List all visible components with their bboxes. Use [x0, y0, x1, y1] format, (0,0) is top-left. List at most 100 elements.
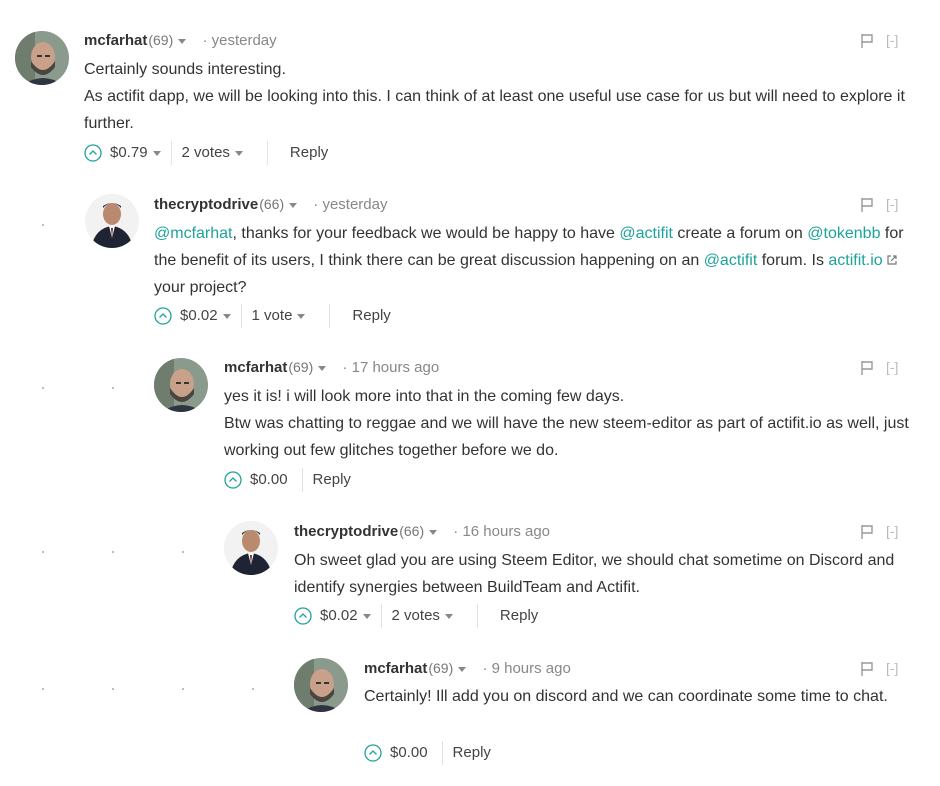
- author-name[interactable]: mcfarhat: [364, 660, 427, 677]
- divider: [301, 468, 303, 492]
- upvote-circle-icon[interactable]: [364, 744, 382, 762]
- comment-paragraph: Certainly! Ill add you on discord and we…: [364, 688, 888, 705]
- comment-footer: $0.00 Reply: [224, 468, 351, 492]
- comment-text: your project?: [154, 279, 247, 296]
- thread-indent-dot: [182, 551, 184, 553]
- mention-link[interactable]: @mcfarhat: [154, 225, 232, 242]
- votes-count[interactable]: 2 votes: [182, 141, 230, 165]
- collapse-button[interactable]: [-]: [886, 194, 898, 214]
- payout-value[interactable]: $0.02: [180, 304, 218, 328]
- comment-timestamp[interactable]: · 17 hours ago: [342, 359, 439, 376]
- avatar[interactable]: [294, 658, 348, 712]
- payout-value[interactable]: $0.79: [110, 141, 148, 165]
- comment-text: , thanks for your feedback we would be h…: [232, 225, 620, 242]
- reply-button[interactable]: Reply: [453, 741, 491, 765]
- chevron-down-icon[interactable]: [458, 666, 467, 672]
- thread-indent-dot: [112, 688, 114, 690]
- upvote-circle-icon[interactable]: [294, 607, 312, 625]
- chevron-down-icon[interactable]: [222, 313, 231, 319]
- collapse-button[interactable]: [-]: [886, 658, 898, 678]
- thread-indent-dot: [42, 551, 44, 553]
- comment-header: thecryptodrive(66) · yesterday: [154, 194, 387, 215]
- thread-indent-dot: [42, 224, 44, 226]
- chevron-down-icon[interactable]: [178, 38, 187, 44]
- votes-count[interactable]: 1 vote: [252, 304, 293, 328]
- upvote-circle-icon[interactable]: [154, 307, 172, 325]
- thread-indent-dot: [112, 551, 114, 553]
- chevron-down-icon[interactable]: [234, 150, 243, 156]
- external-link-icon: [887, 255, 897, 265]
- comment-paragraph: Certainly sounds interesting.: [84, 61, 286, 78]
- avatar[interactable]: [224, 521, 278, 575]
- divider: [170, 141, 172, 165]
- thread-indent-dot: [252, 688, 254, 690]
- avatar[interactable]: [15, 31, 69, 85]
- divider: [476, 604, 478, 628]
- divider: [240, 304, 242, 328]
- author-reputation: (66): [259, 196, 285, 212]
- comment-timestamp[interactable]: · yesterday: [313, 196, 387, 213]
- mention-link[interactable]: @actifit: [619, 225, 673, 242]
- avatar[interactable]: [85, 194, 139, 248]
- flag-icon[interactable]: [860, 661, 874, 677]
- comment-timestamp[interactable]: · yesterday: [202, 32, 276, 49]
- reply-button[interactable]: Reply: [500, 604, 538, 628]
- comment-timestamp[interactable]: · 16 hours ago: [453, 523, 550, 540]
- reply-button[interactable]: Reply: [290, 141, 328, 165]
- chevron-down-icon[interactable]: [444, 613, 453, 619]
- comment-text: create a forum on: [672, 225, 808, 242]
- mention-link[interactable]: @tokenbb: [807, 225, 880, 242]
- comment-header: mcfarhat(69) · yesterday: [84, 30, 277, 51]
- upvote-circle-icon[interactable]: [224, 471, 242, 489]
- author-reputation: (69): [288, 359, 314, 375]
- author-name[interactable]: thecryptodrive: [154, 196, 258, 213]
- comment-paragraph: Oh sweet glad you are using Steem Editor…: [294, 552, 895, 596]
- comment-body: Oh sweet glad you are using Steem Editor…: [294, 547, 914, 601]
- divider: [266, 141, 268, 165]
- collapse-button[interactable]: [-]: [886, 521, 898, 541]
- thread-indent-dot: [182, 688, 184, 690]
- payout-value[interactable]: $0.00: [250, 468, 288, 492]
- chevron-down-icon[interactable]: [362, 613, 371, 619]
- comment-paragraph: As actifit dapp, we will be looking into…: [84, 88, 905, 132]
- votes-count[interactable]: 2 votes: [392, 604, 440, 628]
- collapse-button[interactable]: [-]: [886, 357, 898, 377]
- comment-text: forum. Is: [757, 252, 829, 269]
- author-name[interactable]: mcfarhat: [84, 32, 147, 49]
- comment-header: thecryptodrive(66) · 16 hours ago: [294, 521, 550, 542]
- author-name[interactable]: mcfarhat: [224, 359, 287, 376]
- thread-indent-dot: [42, 688, 44, 690]
- chevron-down-icon[interactable]: [297, 313, 306, 319]
- flag-icon[interactable]: [860, 197, 874, 213]
- author-reputation: (69): [148, 32, 174, 48]
- chevron-down-icon[interactable]: [289, 202, 298, 208]
- upvote-circle-icon[interactable]: [84, 144, 102, 162]
- external-link[interactable]: actifit.io: [828, 252, 882, 269]
- comment-body: Certainly! Ill add you on discord and we…: [364, 683, 894, 710]
- chevron-down-icon[interactable]: [152, 150, 161, 156]
- flag-icon[interactable]: [860, 33, 874, 49]
- payout-value[interactable]: $0.02: [320, 604, 358, 628]
- reply-button[interactable]: Reply: [313, 468, 351, 492]
- thread-indent-dot: [42, 387, 44, 389]
- comment-footer: $0.00 Reply: [364, 741, 491, 765]
- collapse-button[interactable]: [-]: [886, 30, 898, 50]
- payout-value[interactable]: $0.00: [390, 741, 428, 765]
- reply-button[interactable]: Reply: [352, 304, 390, 328]
- comment-timestamp[interactable]: · 9 hours ago: [482, 660, 570, 677]
- chevron-down-icon[interactable]: [429, 529, 438, 535]
- author-reputation: (69): [428, 660, 454, 676]
- comment-body: Certainly sounds interesting. As actifit…: [84, 56, 914, 137]
- flag-icon[interactable]: [860, 360, 874, 376]
- comment-footer: $0.02 2 votes Reply: [294, 604, 538, 628]
- mention-link[interactable]: @actifit: [704, 252, 758, 269]
- flag-icon[interactable]: [860, 524, 874, 540]
- chevron-down-icon[interactable]: [318, 365, 327, 371]
- divider: [441, 741, 443, 765]
- comment-footer: $0.02 1 vote Reply: [154, 304, 391, 328]
- comment-paragraph: @mcfarhat, thanks for your feedback we w…: [154, 220, 914, 301]
- divider: [380, 604, 382, 628]
- comment-body: yes it is! i will look more into that in…: [224, 383, 914, 464]
- author-name[interactable]: thecryptodrive: [294, 523, 398, 540]
- avatar[interactable]: [154, 358, 208, 412]
